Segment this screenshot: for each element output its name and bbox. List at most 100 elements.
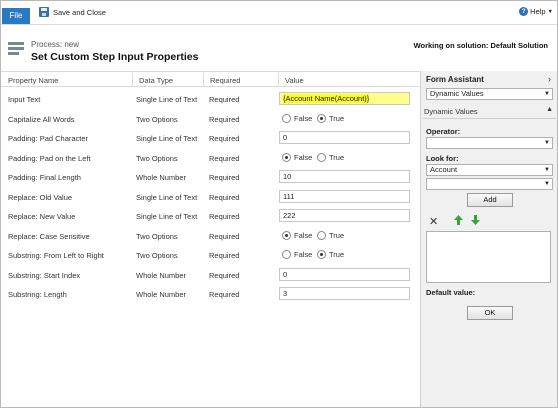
required-flag: Required <box>209 114 240 124</box>
column-header-data-type[interactable]: Data Type <box>139 76 173 85</box>
chevron-down-icon: ▼ <box>544 91 550 97</box>
operator-select[interactable]: ▼ <box>426 137 553 149</box>
form-assistant-panel: Form Assistant › Dynamic Values ▼ Dynami… <box>420 71 557 407</box>
property-name: Input Text <box>8 95 41 104</box>
move-down-icon[interactable] <box>471 215 480 225</box>
value-input[interactable]: 111 <box>279 189 410 203</box>
section-title: Dynamic Values <box>424 107 478 116</box>
solution-label: Working on solution: Default Solution <box>413 41 548 50</box>
data-type: Two Options <box>136 231 178 241</box>
radio-button[interactable] <box>282 250 291 259</box>
operator-label: Operator: <box>426 127 461 136</box>
radio-button[interactable] <box>317 230 326 240</box>
value-input[interactable]: {Account Name(Account)} <box>279 92 410 105</box>
look-for-entity-select[interactable]: Account ▼ <box>426 164 553 176</box>
page-subtitle: Process: new <box>31 40 80 49</box>
radio-true[interactable]: True <box>317 250 344 259</box>
required-flag: Required <box>209 192 240 202</box>
save-icon <box>39 7 49 17</box>
data-type: Single Line of Text <box>136 192 198 202</box>
look-for-label: Look for: <box>426 154 459 163</box>
property-name: Substring: From Left to Right <box>8 251 104 260</box>
radio-false[interactable]: False <box>282 113 312 123</box>
property-name: Padding: Pad Character <box>8 134 89 143</box>
file-button[interactable]: File <box>2 8 30 24</box>
data-type: Single Line of Text <box>136 134 198 143</box>
dynamic-values-listbox[interactable] <box>426 231 551 283</box>
table-row: Substring: Length Whole Number Required 3 <box>1 285 419 304</box>
table-row: Padding: Pad on the Left Two Options Requi… <box>1 149 419 168</box>
table-row: Substring: Start Index Whole Number Requir… <box>1 266 419 285</box>
add-button[interactable]: Add <box>467 193 513 207</box>
value-input[interactable]: 3 <box>279 287 410 300</box>
column-header-required[interactable]: Required <box>210 76 240 85</box>
data-type: Two Options <box>136 153 178 163</box>
default-value-label: Default value: <box>426 288 476 297</box>
value-input[interactable]: 10 <box>279 170 410 183</box>
property-name: Substring: Length <box>8 290 67 299</box>
property-name: Substring: Start Index <box>8 270 81 280</box>
process-icon <box>8 42 24 56</box>
form-assistant-title: Form Assistant <box>426 75 484 84</box>
ok-button[interactable]: OK <box>467 306 513 320</box>
collapse-panel-icon[interactable]: › <box>548 74 551 84</box>
radio-button[interactable] <box>317 250 326 259</box>
radio-true[interactable]: True <box>317 152 344 162</box>
property-name: Replace: Old Value <box>8 192 73 202</box>
dynamic-values-section-header[interactable]: Dynamic Values ▲ <box>423 105 556 119</box>
save-and-close-button[interactable]: Save and Close <box>39 5 106 19</box>
value-input[interactable]: 222 <box>279 209 410 222</box>
value-input[interactable]: 0 <box>279 131 410 144</box>
delete-icon[interactable]: ✕ <box>429 215 438 228</box>
table-row: Replace: New Value Single Line of Text Req… <box>1 207 419 226</box>
table-row: Replace: Old Value Single Line of Text Req… <box>1 188 419 207</box>
help-icon: ? <box>519 7 529 16</box>
help-label: Help <box>530 7 546 16</box>
radio-true[interactable]: True <box>317 113 344 123</box>
radio-button[interactable] <box>282 230 291 240</box>
property-name: Padding: Pad on the Left <box>8 153 91 163</box>
workflow-dialog: File Save and Close ? Help ▼ Process: ne… <box>0 0 558 408</box>
radio-button[interactable] <box>317 113 326 123</box>
property-name: Replace: New Value <box>8 212 76 221</box>
page-header: Process: new Set Custom Step Input Prope… <box>1 26 557 71</box>
data-type: Two Options <box>136 251 178 260</box>
property-name: Padding: Final Length <box>8 173 81 182</box>
data-type: Whole Number <box>136 270 187 280</box>
radio-false[interactable]: False <box>282 152 312 162</box>
table-row: Capitalize All Words Two Options Required F… <box>1 110 419 129</box>
value-input[interactable]: 0 <box>279 267 410 281</box>
required-flag: Required <box>209 270 240 280</box>
table-row: Input Text Single Line of Text Required {Ac… <box>1 90 419 109</box>
required-flag: Required <box>209 290 240 299</box>
required-flag: Required <box>209 173 240 182</box>
chevron-down-icon: ▼ <box>544 181 550 187</box>
radio-true[interactable]: True <box>317 230 344 240</box>
required-flag: Required <box>209 95 240 104</box>
data-type: Single Line of Text <box>136 95 198 104</box>
data-type: Two Options <box>136 114 178 124</box>
column-header-property-name[interactable]: Property Name <box>8 76 58 85</box>
ribbon: File Save and Close ? Help ▼ <box>1 1 557 25</box>
dynamic-value-token[interactable]: {Account Name(Account)} <box>283 94 370 103</box>
radio-button[interactable] <box>282 152 291 162</box>
table-row: Replace: Case Sensitive Two Options Requir… <box>1 227 419 246</box>
move-up-icon[interactable] <box>454 215 463 225</box>
data-type: Single Line of Text <box>136 212 198 221</box>
required-flag: Required <box>209 212 240 221</box>
radio-button[interactable] <box>282 113 291 123</box>
assistant-mode-select[interactable]: Dynamic Values ▼ <box>426 88 553 100</box>
chevron-down-icon: ▼ <box>544 167 550 173</box>
help-menu[interactable]: ? Help ▼ <box>519 7 553 16</box>
table-row: Substring: From Left to Right Two Options… <box>1 246 419 265</box>
chevron-down-icon: ▼ <box>544 140 550 146</box>
property-grid: Property Name Data Type Required Value I… <box>1 71 419 391</box>
radio-button[interactable] <box>317 152 326 162</box>
radio-false[interactable]: False <box>282 250 312 259</box>
save-and-close-label: Save and Close <box>53 7 106 17</box>
required-flag: Required <box>209 251 240 260</box>
property-name: Replace: Case Sensitive <box>8 231 90 241</box>
look-for-attribute-select[interactable]: ▼ <box>426 178 553 190</box>
column-header-value[interactable]: Value <box>285 76 304 85</box>
radio-false[interactable]: False <box>282 230 312 240</box>
